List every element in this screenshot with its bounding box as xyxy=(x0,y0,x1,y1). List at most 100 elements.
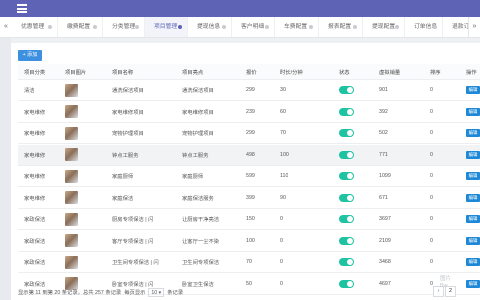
cell-highlight: 宠物护理项目 xyxy=(182,131,214,137)
status-toggle[interactable] xyxy=(339,258,354,266)
tab-item[interactable]: 优惠管理 xyxy=(12,17,58,37)
tab-close-icon[interactable] xyxy=(353,25,357,29)
header-order[interactable]: 排序 xyxy=(430,64,441,79)
tab-close-icon[interactable] xyxy=(265,25,269,29)
header-highlight[interactable]: 项目亮点 xyxy=(182,64,203,79)
cell-sales: 502 xyxy=(379,130,388,136)
cell-highlight: 卫生间专项保洁 xyxy=(182,260,220,266)
table-row[interactable]: 家电维修 家庭保洁 家庭保洁服务 399 90 671 0 编辑 xyxy=(18,188,480,209)
cell-image xyxy=(65,231,78,251)
cell-order: 0 xyxy=(430,173,433,179)
edit-button[interactable]: 编辑 xyxy=(466,86,480,94)
tab-close-icon[interactable] xyxy=(309,25,313,29)
cell-highlight: 家庭保洁服务 xyxy=(182,195,214,202)
header-name[interactable]: 项目名称 xyxy=(112,64,133,79)
tab-close-icon[interactable] xyxy=(93,25,97,29)
status-toggle[interactable] xyxy=(339,107,354,116)
tab-item[interactable]: 车费配置 xyxy=(275,17,319,37)
cell-name: 通洗保洁项目 xyxy=(112,88,144,94)
tab-item[interactable]: 提现配置 xyxy=(363,17,405,37)
watermark-line-2: Bw xyxy=(440,283,448,289)
cell-price: 150 xyxy=(246,216,255,222)
tab-item[interactable]: 缴费配置 xyxy=(58,17,103,37)
status-toggle[interactable] xyxy=(339,279,354,288)
edit-button[interactable]: 编辑 xyxy=(466,107,480,116)
tab-item[interactable]: 订单信息 xyxy=(405,17,443,37)
project-thumbnail[interactable] xyxy=(65,212,78,226)
table-row[interactable]: 家电维修 家庭厨师 家庭厨师 599 110 1099 0 编辑 xyxy=(18,166,480,187)
tab-close-icon[interactable] xyxy=(433,25,437,29)
edit-button[interactable]: 编辑 xyxy=(466,129,480,137)
header-image[interactable]: 项目图片 xyxy=(65,64,86,79)
cell-price: 498 xyxy=(246,151,255,158)
tab-label: 项目管理 xyxy=(154,24,178,30)
status-toggle[interactable] xyxy=(339,150,354,159)
tab-item[interactable]: 分类管理 xyxy=(103,17,145,37)
cell-name: 宠物护理项目 xyxy=(112,131,144,137)
header-status[interactable]: 状态 xyxy=(339,64,350,79)
header-action[interactable]: 操作 xyxy=(466,64,477,79)
table-row[interactable]: 家政保洁 厨房专项保洁 | 闪 让厨房干净亮洁 150 0 3697 0 编辑 xyxy=(18,209,480,230)
cell-name: 钟点工服务 xyxy=(112,152,139,159)
table-row[interactable]: 家电维修 钟点工服务 钟点工服务 498 100 771 0 编辑 xyxy=(18,144,480,166)
project-thumbnail[interactable] xyxy=(65,234,78,247)
header-price[interactable]: 报价 xyxy=(246,64,257,79)
cell-action: 编辑 xyxy=(466,166,480,186)
menu-icon[interactable] xyxy=(17,4,27,13)
status-toggle[interactable] xyxy=(339,86,354,94)
project-thumbnail[interactable] xyxy=(65,148,78,161)
status-toggle[interactable] xyxy=(339,236,354,245)
cell-order: 0 xyxy=(430,237,433,244)
edit-button[interactable]: 编辑 xyxy=(466,236,480,245)
per-page-select[interactable]: 10 ▾ xyxy=(148,287,165,297)
per-page-label: 每页显示 xyxy=(124,290,146,296)
tab-scroll-right-icon[interactable]: » xyxy=(468,17,480,37)
status-toggle[interactable] xyxy=(339,193,354,202)
cell-sales: 901 xyxy=(379,87,388,93)
header-duration[interactable]: 时长/分钟 xyxy=(280,64,303,79)
cell-sales: 771 xyxy=(379,151,388,158)
table-row[interactable]: 家政保洁 客厅专项保洁 | 闪 让客厅一尘不染 100 0 2109 0 编辑 xyxy=(18,231,480,252)
table-row[interactable]: 家电维修 家电维修项目 家电维修项目 239 60 392 0 编辑 xyxy=(18,102,480,123)
project-thumbnail[interactable] xyxy=(65,83,78,97)
edit-button[interactable]: 编辑 xyxy=(466,172,480,180)
tab-item[interactable]: 项目管理 xyxy=(145,17,188,37)
header-sales[interactable]: 虚拟销量 xyxy=(379,64,400,79)
header-category[interactable]: 项目分类 xyxy=(24,64,45,79)
cell-price: 239 xyxy=(246,108,255,115)
edit-button[interactable]: 编辑 xyxy=(466,150,480,159)
project-thumbnail[interactable] xyxy=(65,169,78,183)
cell-image xyxy=(65,102,78,122)
project-thumbnail[interactable] xyxy=(65,191,78,204)
cell-action: 编辑 xyxy=(466,252,480,272)
cell-order: 0 xyxy=(430,87,433,93)
tab-close-icon[interactable] xyxy=(48,25,52,29)
edit-button[interactable]: 编辑 xyxy=(466,279,480,288)
cell-action: 编辑 xyxy=(466,80,480,100)
project-thumbnail[interactable] xyxy=(65,255,78,269)
tab-close-icon[interactable] xyxy=(395,25,399,29)
status-toggle[interactable] xyxy=(339,129,354,137)
add-button[interactable]: + 添加 xyxy=(18,50,42,61)
tab-item[interactable]: 报表配置 xyxy=(319,17,363,37)
tab-close-icon[interactable] xyxy=(178,25,182,29)
project-thumbnail[interactable] xyxy=(65,105,78,118)
cell-price: 299 xyxy=(246,130,255,136)
tab-close-icon[interactable] xyxy=(135,25,139,29)
project-thumbnail[interactable] xyxy=(65,126,78,140)
tab-scroll-left-icon[interactable]: « xyxy=(0,17,12,37)
cell-name: 卫生间专项保洁 | 闪 xyxy=(112,260,159,266)
edit-button[interactable]: 编辑 xyxy=(466,258,480,266)
edit-button[interactable]: 编辑 xyxy=(466,215,480,223)
table-row[interactable]: 家电维修 宠物护理项目 宠物护理项目 299 70 502 0 编辑 xyxy=(18,123,480,144)
cell-highlight: 通洗保洁项目 xyxy=(182,88,214,94)
table-row[interactable]: 家政保洁 卫生间专项保洁 | 闪 卫生间专项保洁 70 0 3468 0 编辑 xyxy=(18,252,480,273)
tab-item[interactable]: 提现信息 xyxy=(188,17,232,37)
edit-button[interactable]: 编辑 xyxy=(466,193,480,202)
status-toggle[interactable] xyxy=(339,215,354,223)
table-row[interactable]: 清洁 通洗保洁项目 通洗保洁项目 299 30 901 0 编辑 xyxy=(18,80,480,101)
tab-close-icon[interactable] xyxy=(222,25,226,29)
status-toggle[interactable] xyxy=(339,172,354,180)
tab-item[interactable]: 客户明细 xyxy=(232,17,275,37)
cell-price: 100 xyxy=(246,237,255,244)
